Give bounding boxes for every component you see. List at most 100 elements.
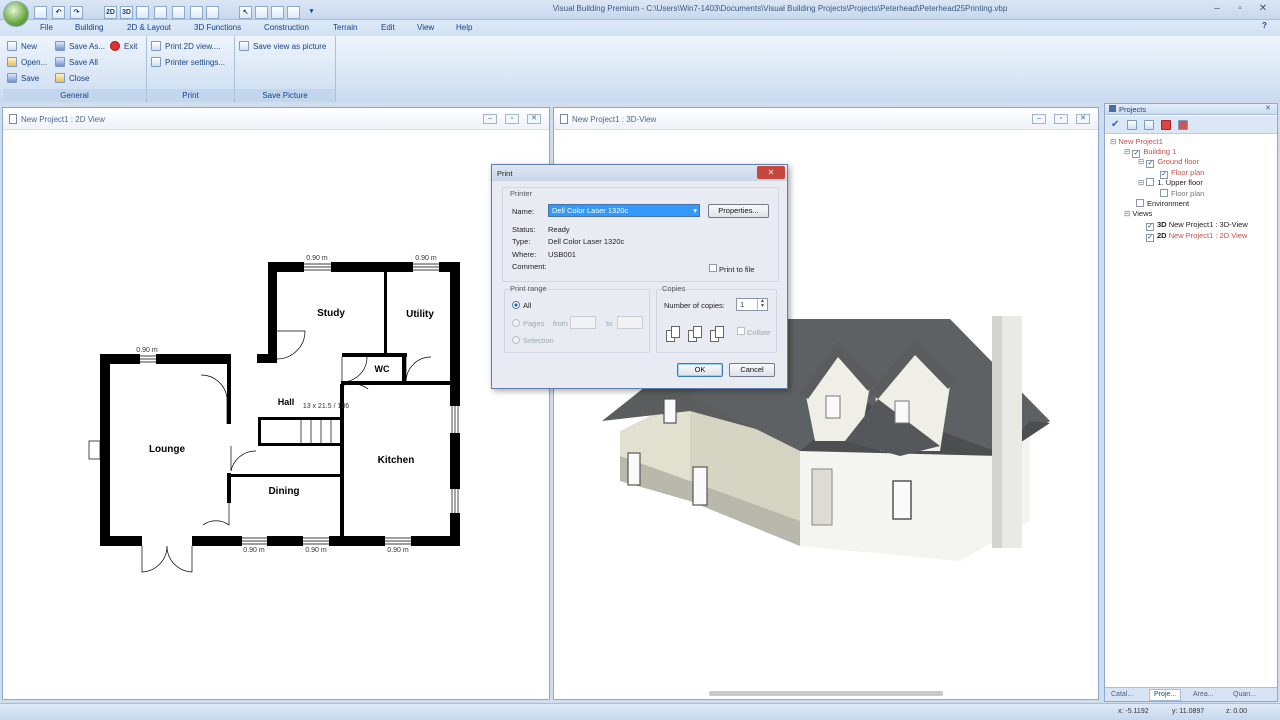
projects-close-icon[interactable]: ✕: [1265, 104, 1271, 112]
pages-from-input[interactable]: [570, 316, 596, 329]
ribbon: New Open... Save Save As... Save All Clo…: [0, 36, 1280, 102]
redo-icon[interactable]: ↷: [70, 6, 83, 19]
properties-button[interactable]: Properties...: [708, 204, 769, 218]
floor-plan[interactable]: Study Utility WC Hall Lounge Kitchen Din…: [3, 130, 549, 699]
view-3d-button[interactable]: 3D: [120, 6, 133, 19]
tree-upper-floor[interactable]: ⊟ 1. Upper floor: [1138, 178, 1203, 187]
menu-view[interactable]: View: [417, 23, 434, 32]
tree-upper-floor-checkbox[interactable]: [1146, 178, 1155, 186]
tab-catalog[interactable]: Catal...: [1111, 691, 1133, 698]
print-dialog-close-icon[interactable]: ✕: [757, 166, 785, 179]
tree-view-3d-checkbox[interactable]: ✓: [1146, 223, 1154, 231]
tree-environment[interactable]: Environment: [1136, 199, 1189, 208]
copies-label: Copies: [662, 284, 686, 293]
new-file-icon[interactable]: [34, 6, 47, 19]
printer-name-select[interactable]: Dell Color Laser 1320c ▾: [548, 204, 700, 217]
menu-building[interactable]: Building: [75, 23, 103, 32]
wall-tool-icon[interactable]: [255, 6, 268, 19]
tab-projects[interactable]: Proje...: [1149, 689, 1182, 701]
wall-wc-south: [341, 381, 407, 385]
exit-button[interactable]: Exit: [110, 40, 137, 53]
columns-icon[interactable]: [206, 6, 219, 19]
all-radio[interactable]: [512, 301, 520, 309]
menu-construction[interactable]: Construction: [264, 23, 309, 32]
tree-floor-plan-2[interactable]: Floor plan: [1160, 189, 1204, 198]
copies-spinner[interactable]: 1 ▲ ▼: [736, 298, 768, 311]
view-3d-close-icon[interactable]: ✕: [1076, 114, 1090, 124]
wall-stairs-left: [258, 417, 261, 445]
view-3d-restore-icon[interactable]: ▫: [1054, 114, 1068, 124]
maximize-icon[interactable]: ▫: [1230, 1, 1250, 17]
window-dim-study: 0.90 m: [306, 255, 328, 262]
snap-icon[interactable]: [190, 6, 203, 19]
wall-lounge-east-lower: [227, 473, 231, 503]
type-label: Type:: [512, 237, 531, 246]
tree-views[interactable]: ⊟ Views: [1124, 209, 1152, 218]
help-icon[interactable]: ?: [1262, 21, 1267, 30]
save-as-button[interactable]: Save As...: [55, 40, 105, 53]
tree-ground-floor[interactable]: ⊟ ✓ Ground floor: [1138, 157, 1199, 168]
status-z-coordinate: z: 0.00: [1226, 708, 1248, 715]
tree-view-2d[interactable]: ✓ 2D New Project1 : 2D View: [1146, 231, 1247, 242]
pages-radio[interactable]: [512, 319, 520, 327]
stairs: [300, 420, 332, 443]
menu-file[interactable]: File: [40, 23, 53, 32]
save-all-button[interactable]: Save All: [55, 56, 98, 69]
tree-view-2d-checkbox[interactable]: ✓: [1146, 234, 1154, 242]
building-icon[interactable]: [1178, 120, 1188, 130]
wall-north-study-right: [331, 262, 413, 272]
delete-icon[interactable]: [1161, 120, 1171, 130]
menu-help[interactable]: Help: [456, 23, 472, 32]
ok-button[interactable]: OK: [677, 363, 723, 377]
tree-root[interactable]: ⊟ New Project1: [1110, 137, 1163, 146]
print-to-file-checkbox[interactable]: [709, 264, 717, 272]
view-2d-button[interactable]: 2D: [104, 6, 117, 19]
horizontal-scrollbar[interactable]: [709, 691, 943, 696]
dropdown-icon[interactable]: ▾: [305, 6, 318, 19]
properties-icon[interactable]: [1144, 120, 1154, 130]
view-2d-minimize-icon[interactable]: –: [483, 114, 497, 124]
pointer-icon[interactable]: ↖: [239, 6, 252, 19]
close-button[interactable]: Close: [55, 72, 89, 85]
grid-icon[interactable]: [172, 6, 185, 19]
tree-view-3d[interactable]: ✓ 3D New Project1 : 3D-View: [1146, 220, 1248, 231]
new-button[interactable]: New: [7, 40, 37, 53]
print-dialog-titlebar: Print ✕: [492, 165, 787, 181]
printer-settings-button[interactable]: Printer settings...: [151, 56, 225, 69]
from-label: from: [553, 319, 568, 328]
menu-edit[interactable]: Edit: [381, 23, 395, 32]
app-logo[interactable]: [3, 1, 29, 27]
menu-3d-functions[interactable]: 3D Functions: [194, 23, 241, 32]
view-3d-minimize-icon[interactable]: –: [1032, 114, 1046, 124]
close-icon[interactable]: ✕: [1253, 1, 1273, 17]
minimize-icon[interactable]: ‒: [1207, 1, 1227, 17]
cancel-button[interactable]: Cancel: [729, 363, 775, 377]
layout-icon[interactable]: [154, 6, 167, 19]
view-2d-restore-icon[interactable]: ▫: [505, 114, 519, 124]
pages-to-input[interactable]: [617, 316, 643, 329]
tree-ground-floor-checkbox[interactable]: ✓: [1146, 160, 1155, 168]
menu-2d-layout[interactable]: 2D & Layout: [127, 23, 171, 32]
save-view-as-picture-button[interactable]: Save view as picture: [239, 40, 326, 53]
undo-icon[interactable]: ↶: [52, 6, 65, 19]
tree-environment-checkbox[interactable]: [1136, 199, 1144, 207]
window-kitchen-east-1: [451, 406, 459, 433]
menu-terrain[interactable]: Terrain: [333, 23, 357, 32]
tab-area[interactable]: Area...: [1193, 691, 1214, 698]
print-2d-view-button[interactable]: Print 2D view....: [151, 40, 221, 53]
open-button[interactable]: Open...: [7, 56, 47, 69]
tree-floor-plan-2-checkbox[interactable]: [1160, 189, 1168, 197]
collate-checkbox[interactable]: [737, 327, 745, 335]
copy-icon[interactable]: [287, 6, 300, 19]
rename-icon[interactable]: [1127, 120, 1137, 130]
save-button[interactable]: Save: [7, 72, 39, 85]
window-title: Visual Building Premium - C:\Users\Win7-…: [552, 4, 1008, 13]
view-2d-pane[interactable]: New Project1 : 2D View – ▫ ✕ Study Utili…: [2, 107, 550, 700]
split-view-icon[interactable]: [136, 6, 149, 19]
measure-icon[interactable]: [271, 6, 284, 19]
view-2d-close-icon[interactable]: ✕: [527, 114, 541, 124]
selection-radio[interactable]: [512, 336, 520, 344]
spin-arrows-icon[interactable]: ▲ ▼: [757, 299, 767, 310]
check-icon[interactable]: ✔: [1111, 119, 1119, 130]
tab-quantities[interactable]: Quan...: [1233, 691, 1256, 698]
